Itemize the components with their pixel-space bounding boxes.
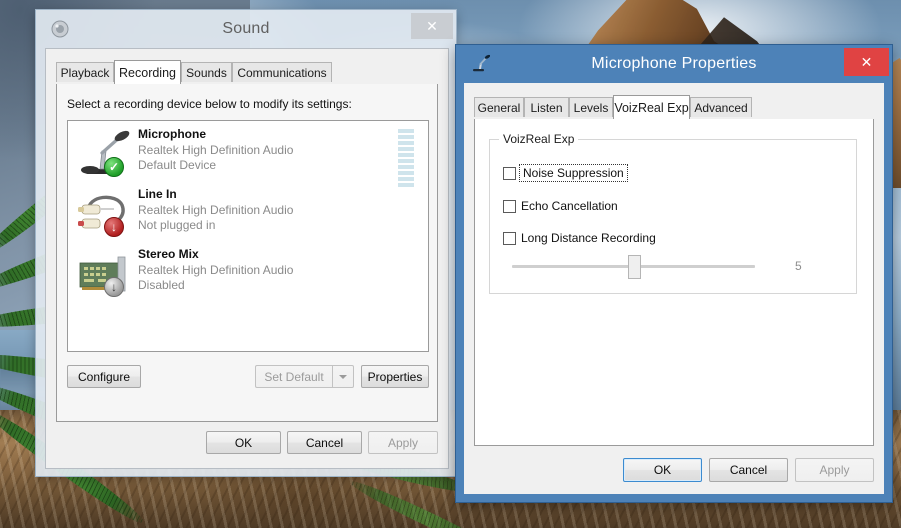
device-row-line-in[interactable]: ↓ Line In Realtek High Definition Audio … [68, 183, 428, 245]
sound-apply-button: Apply [368, 431, 438, 454]
mic-body: General Listen Levels VoizReal Exp Advan… [464, 83, 884, 494]
tab-playback-label: Playback [60, 65, 110, 80]
not-plugged-badge: ↓ [104, 217, 124, 237]
device-status: Not plugged in [138, 218, 216, 232]
device-list[interactable]: ✓ Microphone Realtek High Definition Aud… [67, 120, 429, 352]
noise-suppression-checkbox[interactable] [503, 166, 516, 180]
mic-close-button[interactable]: ✕ [844, 48, 889, 76]
sound-card-icon [76, 249, 132, 299]
sound-close-button[interactable]: ✕ [411, 13, 453, 39]
microphone-properties-window[interactable]: Microphone Properties ✕ General Listen L… [456, 45, 892, 502]
mic-cancel-button[interactable]: Cancel [709, 458, 788, 482]
mic-title: Microphone Properties [591, 55, 757, 72]
tab-listen[interactable]: Listen [524, 97, 569, 117]
volume-meter [398, 129, 414, 189]
check-icon: ✓ [108, 160, 120, 174]
long-distance-slider-thumb[interactable] [628, 255, 641, 279]
tab-communications-label: Communications [237, 65, 327, 80]
tab-listen-label: Listen [530, 100, 563, 115]
tab-advanced[interactable]: Advanced [690, 97, 752, 117]
tab-levels[interactable]: Levels [569, 97, 613, 117]
voizreal-groupbox-title: VoizReal Exp [499, 132, 579, 146]
sound-cancel-button[interactable]: Cancel [287, 431, 362, 454]
device-driver: Realtek High Definition Audio [138, 143, 294, 157]
long-distance-recording-row[interactable]: Long Distance Recording [503, 229, 656, 247]
mic-titlebar[interactable]: Microphone Properties ✕ [456, 45, 892, 83]
sound-tabstrip[interactable]: Playback Recording Sounds Communications [56, 60, 438, 84]
microphone-icon [76, 129, 132, 179]
sound-title: Sound [222, 20, 270, 37]
sound-window[interactable]: Sound ✕ Playback Recording Sounds Commun… [36, 10, 456, 476]
mic-tab-panel: VoizReal Exp Noise Suppression Echo Canc… [474, 119, 874, 446]
tab-general-label: General [477, 100, 521, 115]
rca-cable-icon [76, 189, 132, 239]
chevron-down-icon [339, 374, 347, 379]
sound-body: Playback Recording Sounds Communications… [45, 48, 449, 469]
sound-instruction: Select a recording device below to modif… [67, 97, 352, 111]
long-distance-recording-checkbox[interactable] [503, 231, 516, 245]
device-status: Disabled [138, 278, 185, 292]
device-driver: Realtek High Definition Audio [138, 263, 294, 277]
disabled-badge: ↓ [104, 277, 124, 297]
tab-sounds[interactable]: Sounds [181, 62, 232, 82]
noise-suppression-row[interactable]: Noise Suppression [503, 164, 628, 182]
device-name: Stereo Mix [138, 247, 199, 261]
configure-button[interactable]: Configure [67, 365, 141, 388]
sound-titlebar[interactable]: Sound ✕ [36, 10, 456, 48]
voizreal-groupbox: VoizReal Exp Noise Suppression Echo Canc… [489, 132, 857, 294]
arrow-down-icon: ↓ [111, 220, 117, 234]
set-default-button[interactable]: Set Default [255, 365, 332, 388]
tab-recording[interactable]: Recording [114, 60, 181, 84]
tab-recording-label: Recording [119, 65, 176, 80]
long-distance-slider-value: 5 [795, 259, 802, 273]
tab-general[interactable]: General [474, 97, 524, 117]
tab-sounds-label: Sounds [186, 65, 227, 80]
set-default-dropdown-button[interactable] [332, 365, 354, 388]
default-device-badge: ✓ [104, 157, 124, 177]
device-name: Line In [138, 187, 177, 201]
echo-cancellation-checkbox[interactable] [503, 199, 516, 213]
device-name: Microphone [138, 127, 206, 141]
arrow-down-icon: ↓ [111, 280, 117, 294]
tab-advanced-label: Advanced [694, 100, 748, 115]
tab-levels-label: Levels [573, 100, 609, 115]
long-distance-recording-label: Long Distance Recording [521, 231, 656, 245]
tab-communications[interactable]: Communications [232, 62, 332, 82]
sound-tab-panel: Select a recording device below to modif… [56, 84, 438, 422]
tab-playback[interactable]: Playback [56, 62, 114, 82]
properties-button[interactable]: Properties [361, 365, 429, 388]
mic-apply-button: Apply [795, 458, 874, 482]
sound-ok-button[interactable]: OK [206, 431, 281, 454]
noise-suppression-label: Noise Suppression [519, 164, 628, 182]
device-driver: Realtek High Definition Audio [138, 203, 294, 217]
mic-tabstrip[interactable]: General Listen Levels VoizReal Exp Advan… [474, 95, 874, 119]
device-status: Default Device [138, 158, 217, 172]
mic-ok-button[interactable]: OK [623, 458, 702, 482]
device-row-stereo-mix[interactable]: ↓ Stereo Mix Realtek High Definition Aud… [68, 243, 428, 305]
tab-voizreal-exp[interactable]: VoizReal Exp [613, 95, 690, 119]
echo-cancellation-label: Echo Cancellation [521, 199, 618, 213]
tab-voizreal-exp-label: VoizReal Exp [614, 100, 689, 115]
echo-cancellation-row[interactable]: Echo Cancellation [503, 197, 618, 215]
device-row-microphone[interactable]: ✓ Microphone Realtek High Definition Aud… [68, 123, 428, 187]
